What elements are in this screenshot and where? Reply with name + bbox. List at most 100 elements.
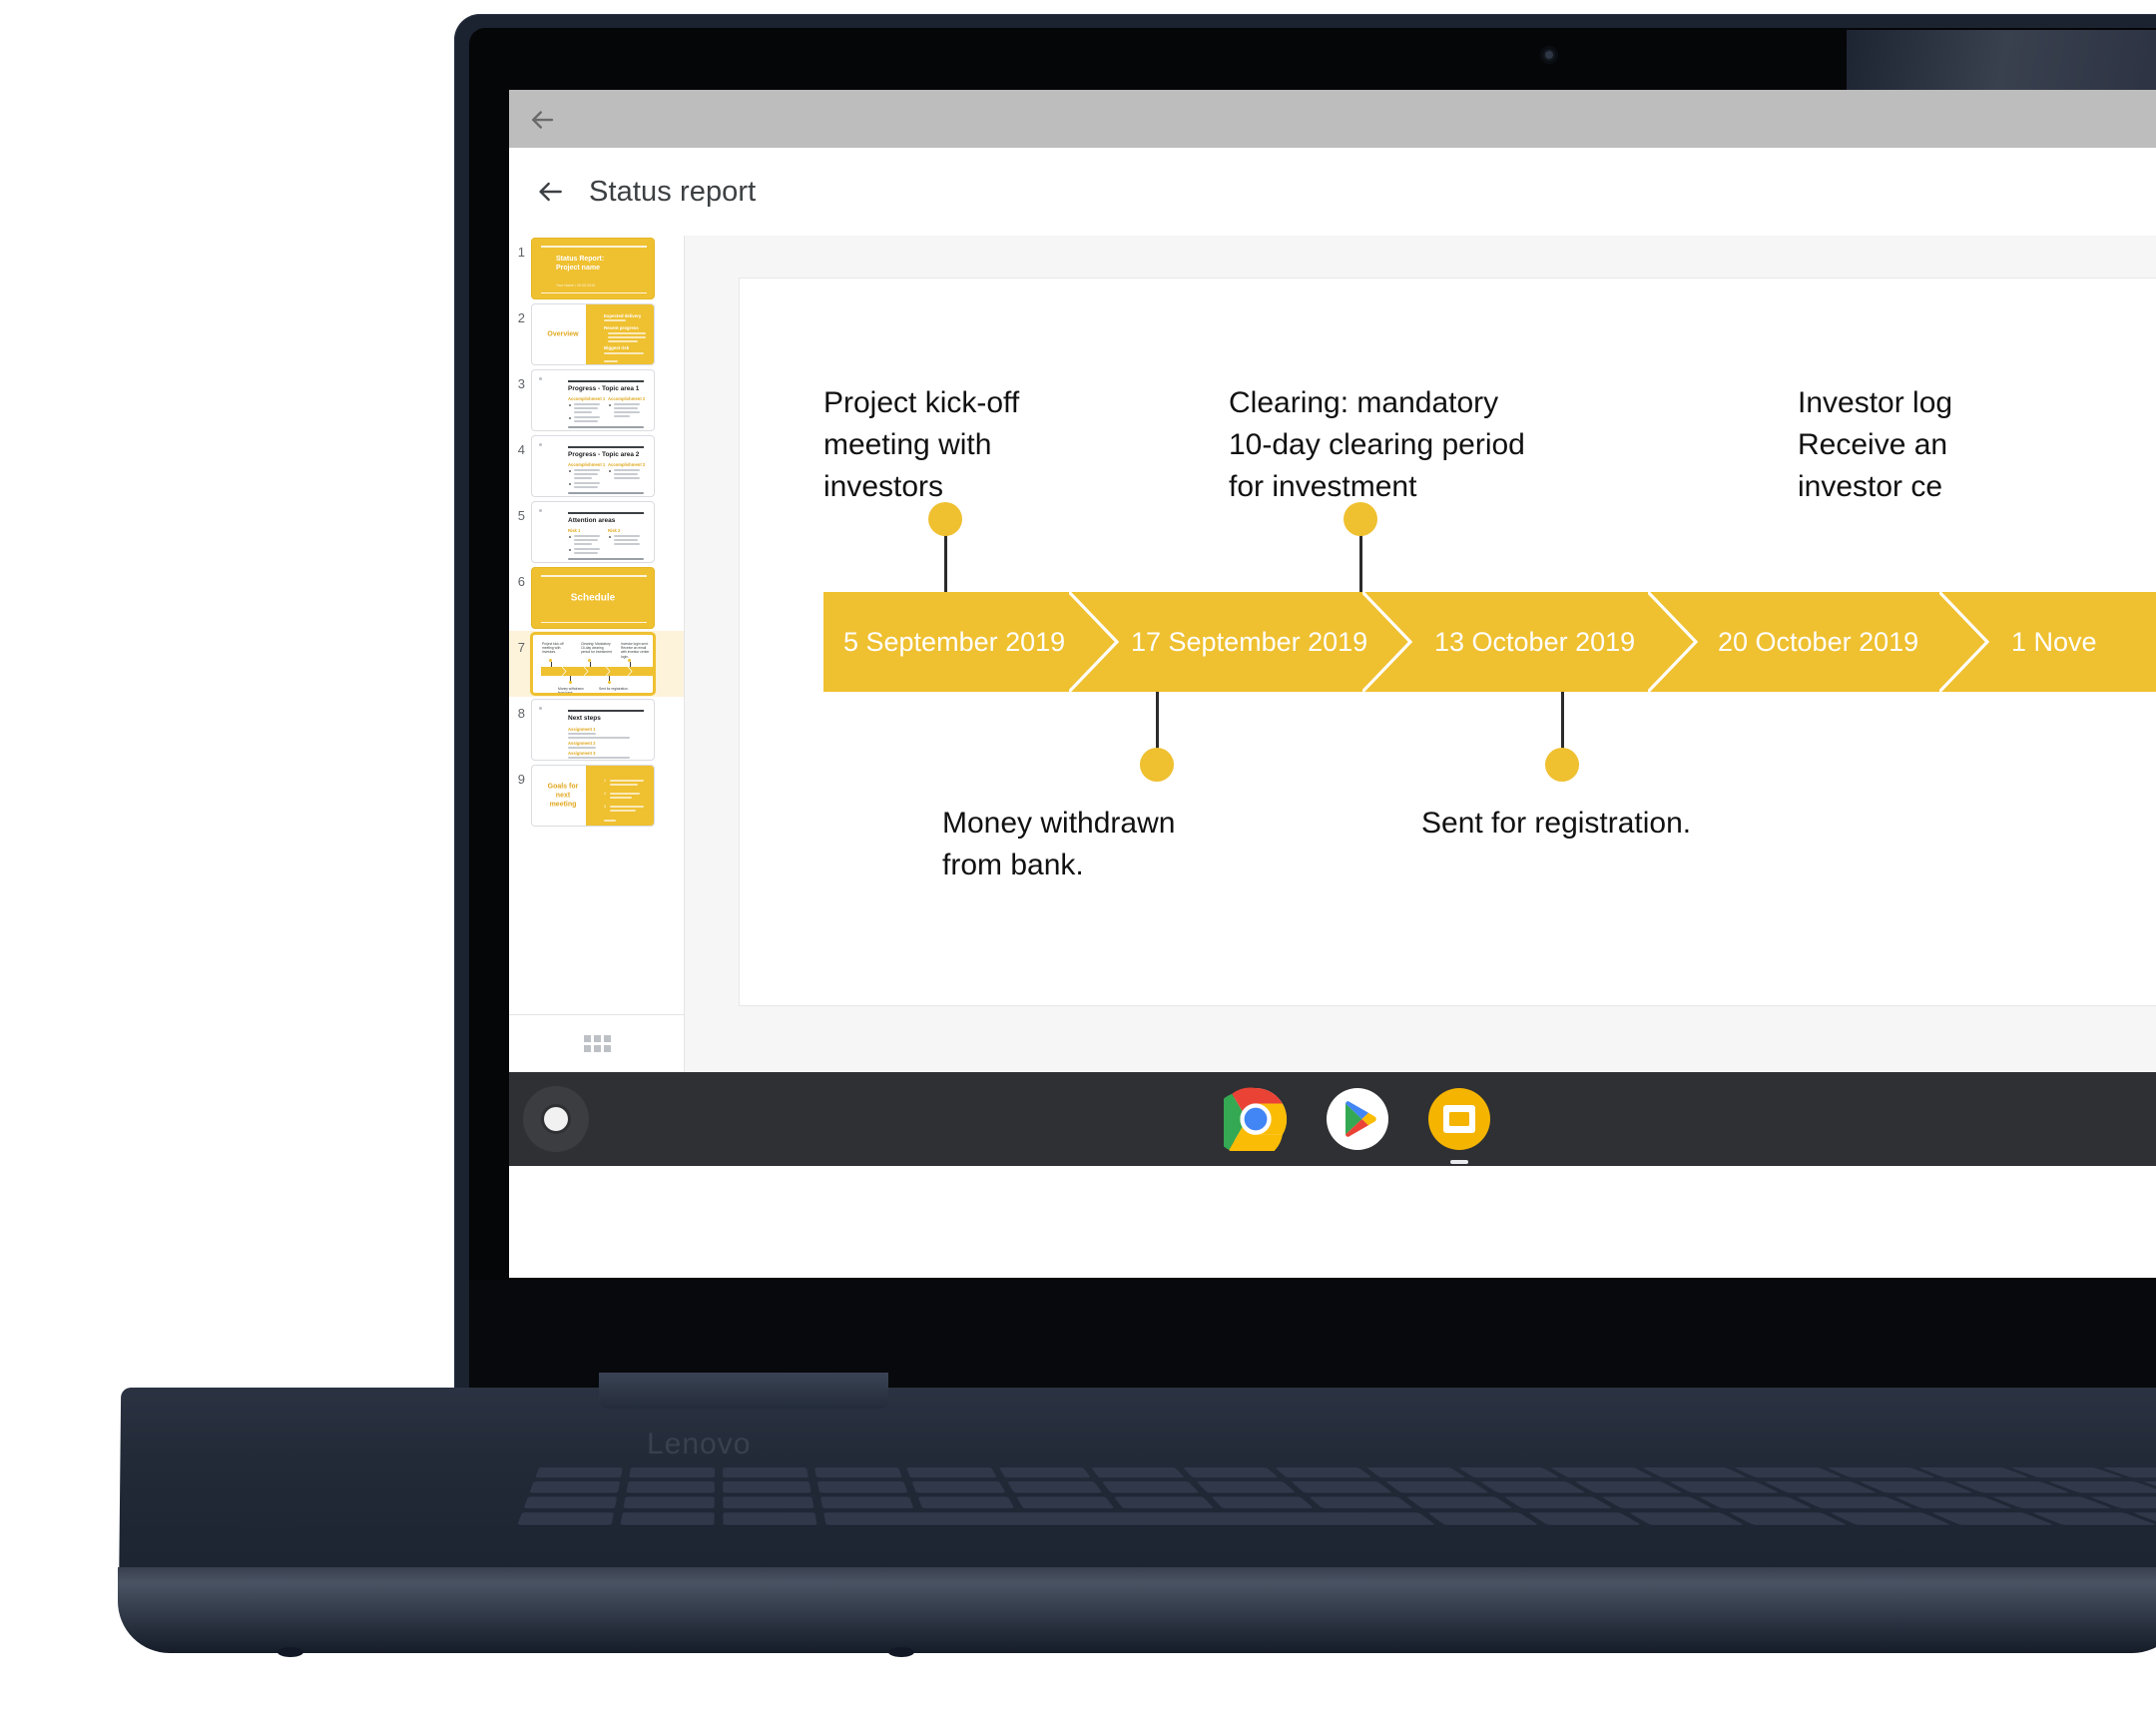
thumbnail-preview: Overview Expected delivery Recent progre…	[531, 303, 655, 365]
shelf-app-list	[509, 1072, 2156, 1166]
thumbnail-preview: Progress - Topic area 1 Accomplishment 1…	[531, 369, 655, 431]
timeline-stem-3	[1359, 528, 1362, 594]
page-title: Status report	[589, 175, 757, 208]
app-body: 1 Status Report: Project name Your Name …	[509, 236, 2156, 1072]
thumbnail-number: 1	[517, 245, 525, 260]
thumbnail-scroll-list[interactable]: 1 Status Report: Project name Your Name …	[509, 236, 684, 1014]
window-back-icon[interactable]	[525, 103, 559, 137]
thumb-head-1: Expected delivery	[604, 313, 642, 318]
timeline-event-text-4: Sent for registration.	[1421, 807, 1692, 840]
thumbnail-item-4[interactable]: 4 Progress - Topic area 2 Accomplishment…	[509, 433, 684, 499]
thumb-label-text: Goals for next meeting	[547, 783, 579, 809]
timeline-event-text-5: Investor log Receive an investor ce	[1798, 386, 1953, 503]
thumb-sub-1: Risk 1	[568, 528, 581, 533]
thumb-head-2: Recent progress	[604, 325, 639, 330]
webcam-lens-icon	[1545, 51, 1553, 59]
screenshot-stage: Status report 1 Status Report: Project n…	[0, 0, 2156, 1712]
thumb-num-1: 1	[604, 779, 606, 783]
thumbnail-item-9[interactable]: 9 Goals for next meeting 1 2 3	[509, 763, 684, 829]
thumbnail-item-5[interactable]: 5 Attention areas Risk 1 Risk 2	[509, 499, 684, 565]
thumbnail-item-2[interactable]: 2 Overview Expected delivery Recent prog…	[509, 301, 684, 367]
thumb-sub-1: Assignment 1	[568, 727, 596, 732]
chrome-icon[interactable]	[1212, 1087, 1288, 1161]
bezel-reflection	[1847, 30, 2156, 92]
thumb-head-text: Progress - Topic area 2	[568, 451, 640, 458]
thumb-title-text: Status Report: Project name	[556, 256, 605, 272]
thumbnail-panel-footer	[509, 1014, 684, 1072]
thumbnail-item-6[interactable]: 6 Schedule	[509, 565, 684, 631]
grid-view-icon[interactable]	[583, 1035, 611, 1052]
thumb-head-3: Biggest risk	[604, 345, 630, 350]
timeline-date-3: 13 October 2019	[1434, 626, 1636, 657]
thumb-head-text: Attention areas	[568, 517, 616, 524]
thumb-section-label: Schedule	[570, 592, 616, 604]
thumb-num-3: 3	[604, 805, 606, 809]
timeline-date-5: 1 Nove	[2011, 626, 2097, 657]
screen-bottom-bezel	[469, 1280, 2156, 1388]
timeline-segment-4[interactable]: 20 October 2019	[1674, 592, 1965, 692]
timeline-dot-1	[928, 502, 962, 536]
thumb-sub-2: Accomplishment 2	[608, 462, 646, 467]
timeline-segment-1[interactable]: 5 September 2019	[823, 592, 1095, 692]
thumbnail-number: 3	[517, 376, 525, 391]
keyboard-row	[517, 1512, 2156, 1525]
thumbnail-preview-selected: Project kick-off meeting with investors.…	[531, 633, 655, 695]
thumbnail-item-8[interactable]: 8 Next steps Assignment 1 Assignment 2 A…	[509, 697, 684, 763]
laptop-hinge	[599, 1373, 888, 1409]
thumbnail-number: 6	[517, 574, 525, 589]
thumbnail-preview: Progress - Topic area 2 Accomplishment 1…	[531, 435, 655, 497]
slide-canvas-area[interactable]: Project kick-off meeting with investors …	[685, 236, 2156, 1072]
timeline-event-text-2: Money withdrawn from bank.	[942, 807, 1176, 881]
thumbnail-preview: Attention areas Risk 1 Risk 2	[531, 501, 655, 563]
app-header-bar: Status report	[509, 148, 2156, 236]
timeline-event-text-3: Clearing: mandatory 10-day clearing peri…	[1229, 386, 1525, 503]
play-store-icon[interactable]	[1326, 1087, 1389, 1151]
thumbnail-item-7[interactable]: 7 Project kick-off meeting with investor…	[509, 631, 684, 697]
thumb-label-text: Overview	[547, 330, 579, 338]
timeline-stem-1	[944, 528, 947, 594]
timeline-event-text-1: Project kick-off meeting with investors	[823, 386, 1020, 503]
thumbnail-preview: Goals for next meeting 1 2 3	[531, 765, 655, 827]
thumbnail-number: 9	[517, 772, 525, 787]
thumbnail-item-3[interactable]: 3 Progress - Topic area 1 Accomplishment…	[509, 367, 684, 433]
slide-thumbnail-panel[interactable]: 1 Status Report: Project name Your Name …	[509, 236, 685, 1072]
chromeos-shelf[interactable]	[509, 1072, 2156, 1166]
thumbnail-number: 2	[517, 310, 525, 325]
thumbnail-number: 7	[517, 640, 525, 655]
thumb-sub-3: Assignment 3	[568, 751, 596, 756]
thumbnail-number: 4	[517, 442, 525, 457]
thumb-head-text: Progress - Topic area 1	[568, 385, 640, 392]
thumb-subtitle-text: Your Name • 09.05.2019	[556, 284, 596, 287]
laptop-brand-label: Lenovo	[647, 1427, 752, 1460]
timeline-segment-2[interactable]: 17 September 2019	[1095, 592, 1388, 692]
google-slides-icon[interactable]	[1427, 1087, 1491, 1164]
timeline-date-4: 20 October 2019	[1718, 626, 1919, 657]
keyboard-row	[529, 1481, 2156, 1493]
thumb-sub-2: Accomplishment 2	[608, 396, 646, 401]
thumb-sub-2: Assignment 2	[568, 741, 596, 746]
timeline-band: 5 September 2019 17 September 2019 13 Oc…	[823, 592, 2156, 692]
app-back-icon[interactable]	[527, 169, 573, 215]
timeline-dot-2	[1140, 748, 1174, 782]
keyboard-row	[523, 1496, 2156, 1509]
chromeos-screen: Status report 1 Status Report: Project n…	[509, 90, 2156, 1278]
thumbnail-number: 8	[517, 706, 525, 721]
thumb-sub-1: Accomplishment 1	[568, 396, 606, 401]
thumbnail-preview: Next steps Assignment 1 Assignment 2 Ass…	[531, 699, 655, 761]
current-slide[interactable]: Project kick-off meeting with investors …	[739, 278, 2156, 1006]
laptop-keyboard	[517, 1467, 2156, 1525]
laptop-front-edge	[118, 1567, 2156, 1653]
thumb-sub-2: Risk 2	[608, 528, 621, 533]
thumbnail-preview: Schedule	[531, 567, 655, 629]
window-frame-bar	[509, 90, 2156, 148]
timeline-dot-3	[1344, 502, 1377, 536]
timeline-dot-4	[1545, 748, 1579, 782]
thumb-sub-1: Accomplishment 1	[568, 462, 606, 467]
keyboard-row	[534, 1467, 2156, 1478]
thumbnail-item-1[interactable]: 1 Status Report: Project name Your Name …	[509, 236, 684, 301]
thumb-num-2: 2	[604, 792, 606, 796]
timeline-date-2: 17 September 2019	[1131, 626, 1368, 657]
timeline-segment-3[interactable]: 13 October 2019	[1388, 592, 1674, 692]
timeline-segment-5[interactable]: 1 Nove	[1965, 592, 2156, 692]
thumbnail-number: 5	[517, 508, 525, 523]
